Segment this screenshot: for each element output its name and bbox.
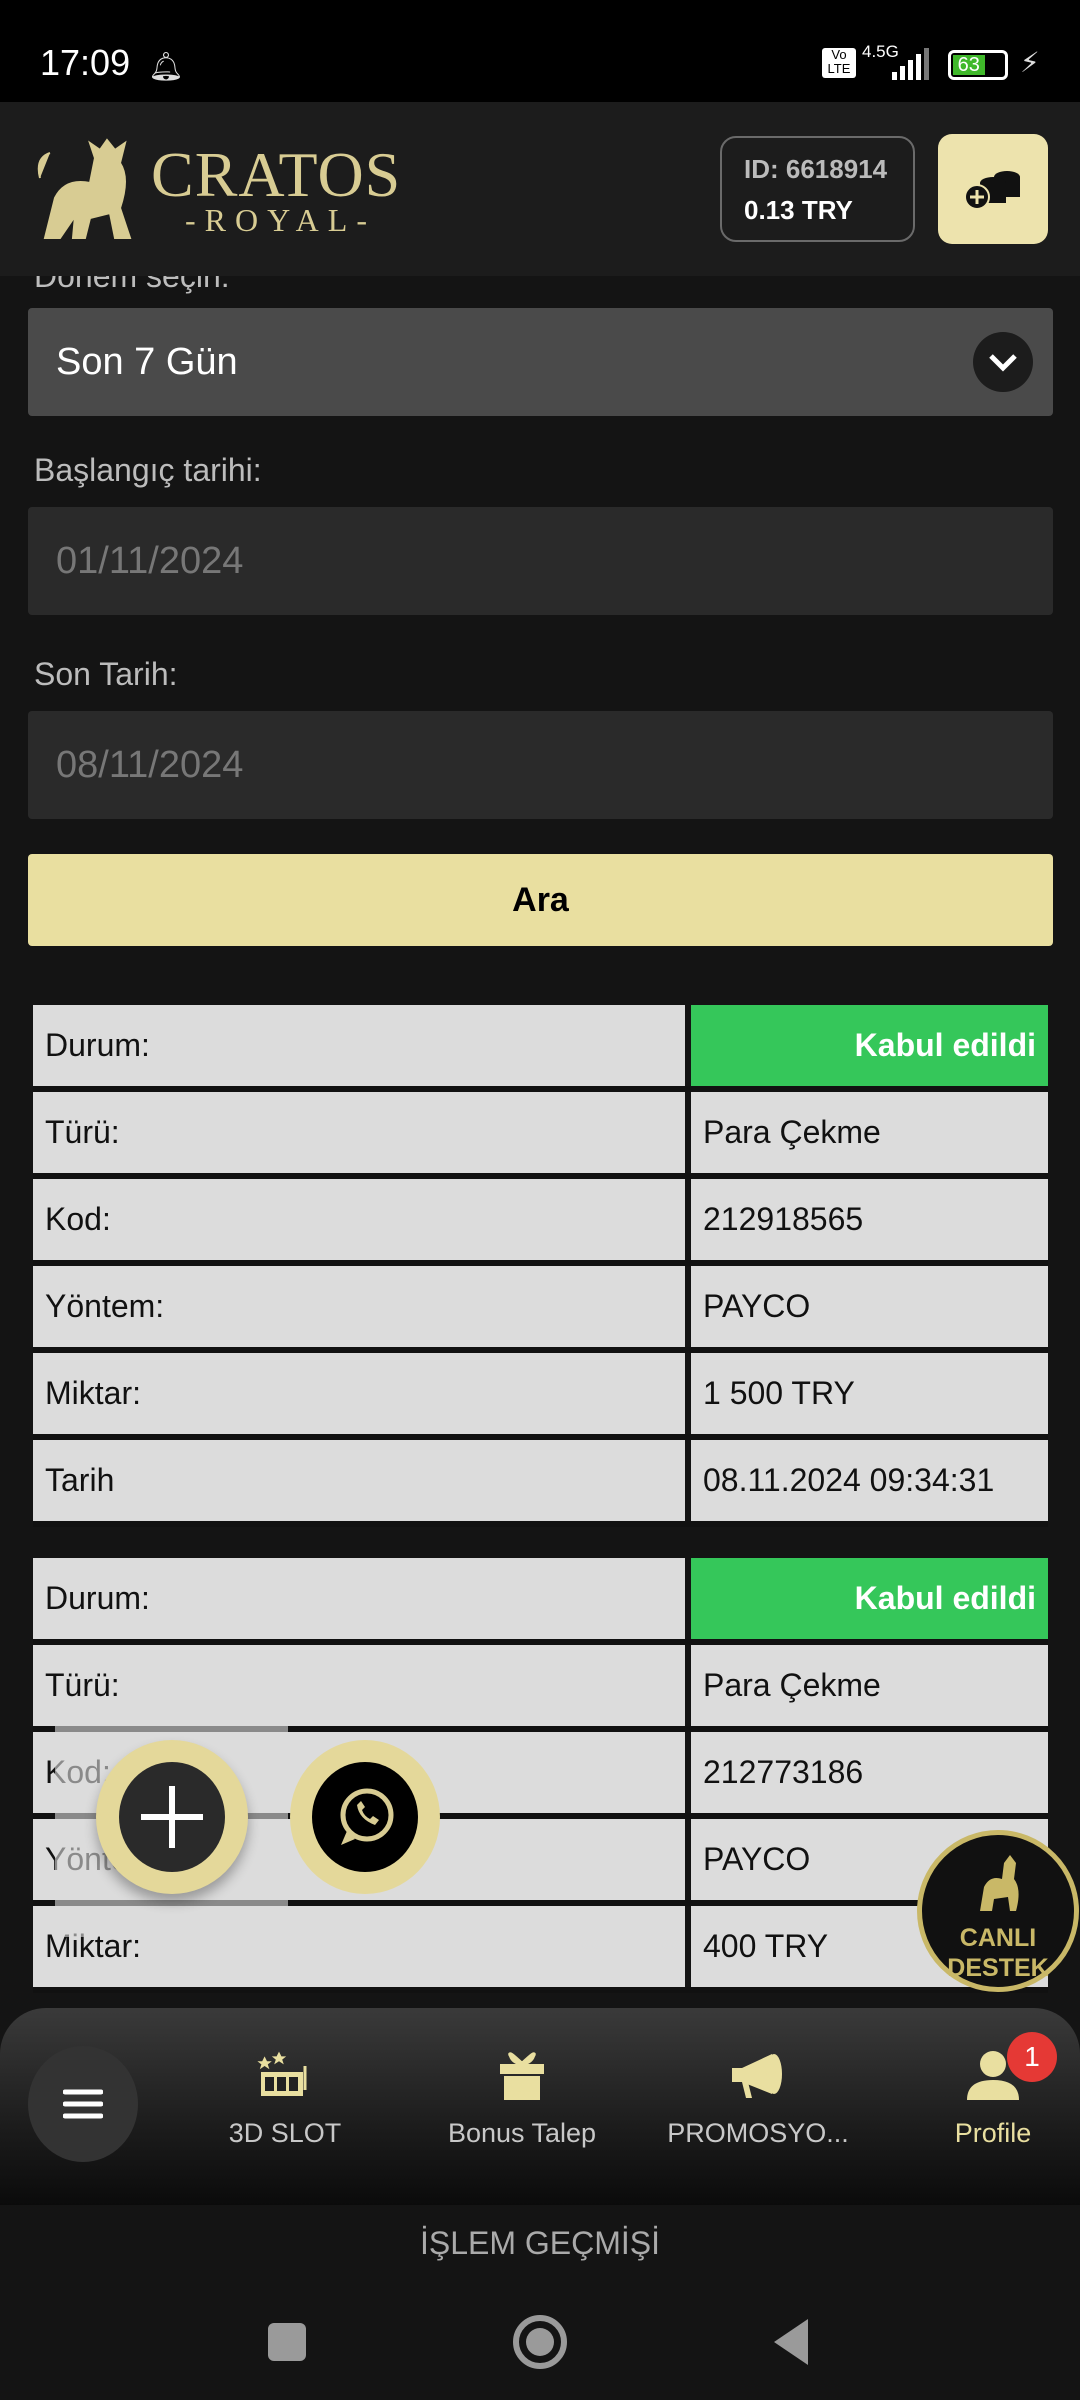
whatsapp-icon	[312, 1762, 418, 1872]
bottom-nav: 3D SLOT Bonus Talep PROMOSYO... Profile …	[0, 2008, 1080, 2205]
system-nav: İŞLEM GEÇMİŞİ	[0, 2205, 1080, 2400]
balance: 0.13 TRY	[744, 195, 853, 225]
row-label: Yöntem:	[33, 1266, 685, 1347]
nav-profile[interactable]: Profile 1	[883, 2032, 1080, 2149]
deposit-button[interactable]	[938, 134, 1048, 244]
status-badge: Kabul edildi	[691, 1558, 1048, 1639]
table-row: Türü: Para Çekme	[33, 1092, 1048, 1179]
nav-promosyon[interactable]: PROMOSYO...	[648, 2050, 868, 2149]
live-support-button[interactable]: CANLI DESTEK	[917, 1830, 1079, 1992]
user-id: ID: 6618914	[744, 154, 888, 184]
row-label: Tarih	[33, 1440, 685, 1521]
account-info[interactable]: ID: 6618914 0.13 TRY	[720, 136, 915, 242]
volte-icon: Vo LTE	[822, 48, 856, 78]
nav-3d-slot[interactable]: 3D SLOT	[175, 2050, 395, 2149]
search-button[interactable]: Ara	[28, 854, 1053, 946]
start-date-input[interactable]: 01/11/2024	[28, 507, 1053, 615]
megaphone-icon	[732, 2054, 782, 2098]
lion-logo-icon	[37, 138, 132, 239]
back-button[interactable]	[770, 2317, 810, 2367]
table-row: Kod: 212918565	[33, 1179, 1048, 1266]
table-row: Durum: Kabul edildi	[33, 1005, 1048, 1092]
end-date-label: Son Tarih:	[34, 656, 178, 692]
row-value: 212773186	[691, 1732, 1048, 1813]
nav-bonus-talep[interactable]: Bonus Talep	[412, 2050, 632, 2149]
end-date-input[interactable]: 08/11/2024	[28, 711, 1053, 819]
clock: 17:09	[40, 42, 131, 83]
app-header: CRATOS -ROYAL- ID: 6618914 0.13 TRY	[0, 102, 1080, 276]
bell-icon: 🔔︎	[148, 51, 184, 82]
row-value: 08.11.2024 09:34:31	[691, 1440, 1048, 1521]
chevron-down-icon	[973, 332, 1033, 392]
page-title: İŞLEM GEÇMİŞİ	[419, 2225, 661, 2261]
transaction-table: Durum:Kabul edildiTürü:Para ÇekmeKod:212…	[33, 1005, 1048, 1527]
table-row: Miktar: 1 500 TRY	[33, 1353, 1048, 1440]
recents-button[interactable]	[268, 2323, 306, 2361]
whatsapp-button[interactable]	[290, 1740, 440, 1894]
period-select[interactable]: Son 7 Gün	[28, 308, 1053, 416]
row-value: 212918565	[691, 1179, 1048, 1260]
row-label: Durum:	[33, 1558, 685, 1639]
signal-icon	[892, 48, 929, 80]
lion-icon	[980, 1855, 1019, 1911]
row-value: PAYCO	[691, 1266, 1048, 1347]
gift-icon	[500, 2052, 544, 2100]
row-value: Para Çekme	[691, 1645, 1048, 1726]
notification-badge: 1	[1007, 2032, 1057, 2082]
fab-add-button[interactable]	[96, 1740, 248, 1894]
coins-plus-icon	[964, 171, 1020, 210]
battery-icon: 63	[948, 50, 1008, 80]
row-label: Durum:	[33, 1005, 685, 1086]
hamburger-icon	[63, 2089, 103, 2119]
row-label: Türü:	[33, 1092, 685, 1173]
row-value: 1 500 TRY	[691, 1353, 1048, 1434]
table-row: Durum: Kabul edildi	[33, 1558, 1048, 1645]
status-badge: Kabul edildi	[691, 1005, 1048, 1086]
table-row: Tarih 08.11.2024 09:34:31	[33, 1440, 1048, 1527]
start-date-label: Başlangıç tarihi:	[34, 452, 262, 488]
menu-button[interactable]	[28, 2046, 138, 2162]
home-button[interactable]	[513, 2315, 567, 2369]
plus-icon	[119, 1762, 225, 1872]
charging-icon: ⚡︎	[1020, 47, 1040, 78]
row-label: Miktar:	[33, 1353, 685, 1434]
brand-logo[interactable]: CRATOS -ROYAL-	[35, 138, 435, 242]
row-label: Kod:	[33, 1179, 685, 1260]
row-value: Para Çekme	[691, 1092, 1048, 1173]
slot-machine-icon	[257, 2051, 307, 2096]
table-row: Yöntem:PAYCO	[33, 1266, 1048, 1353]
status-bar: 17:09 🔔︎ Vo LTE 4.5G 63 ⚡︎	[0, 0, 1080, 102]
